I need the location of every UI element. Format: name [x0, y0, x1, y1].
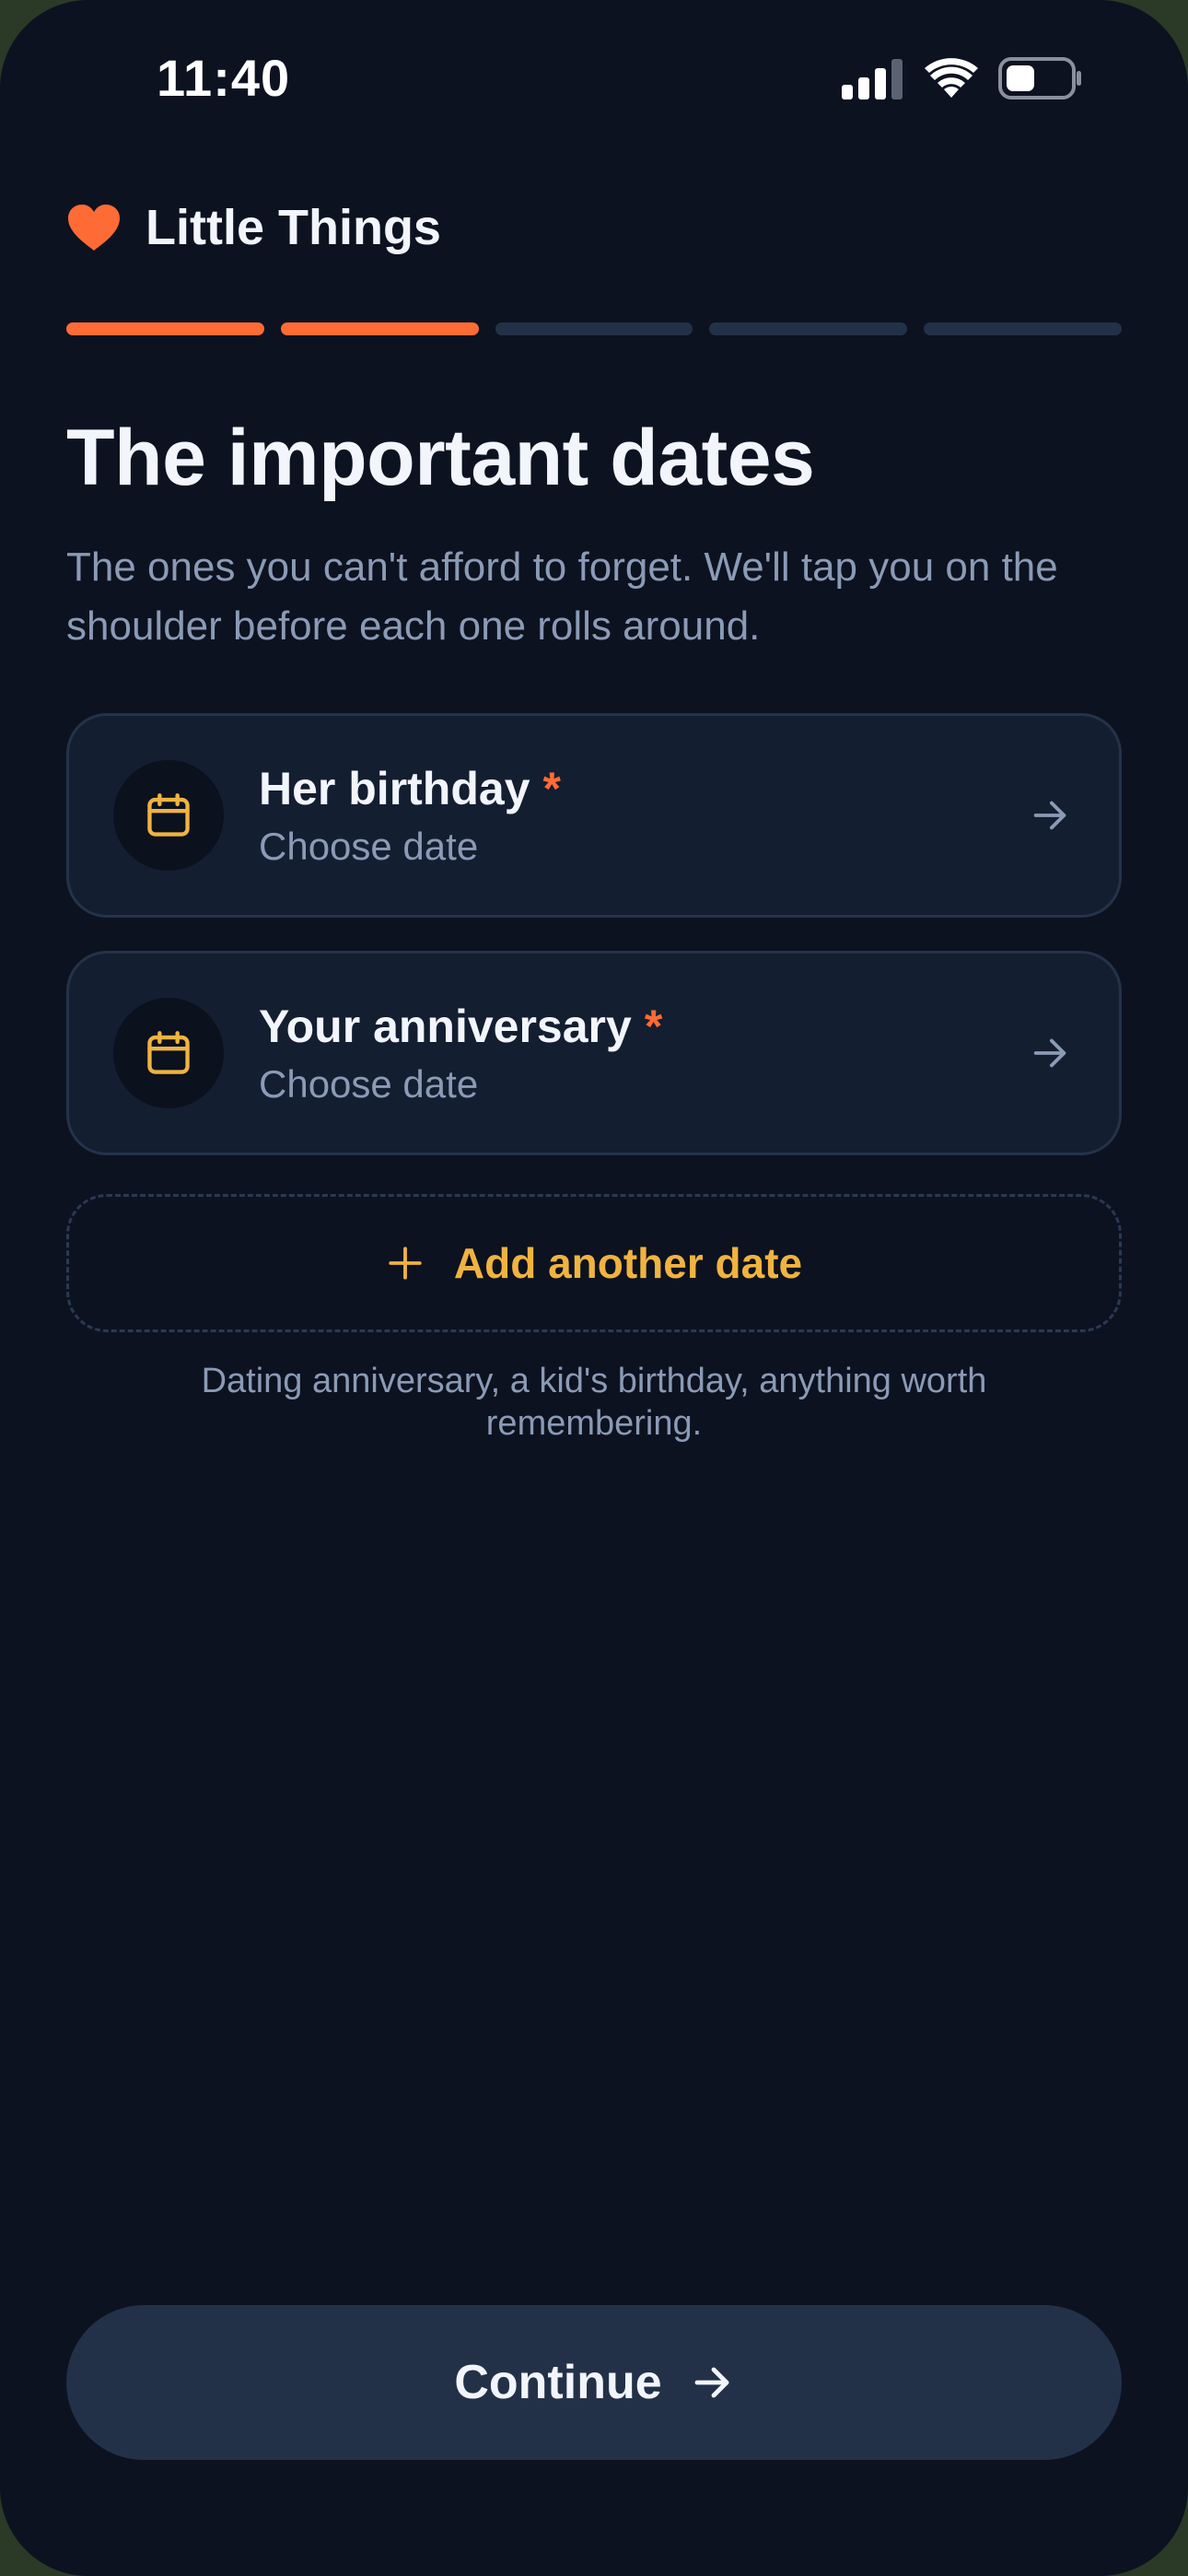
arrow-right-icon	[1033, 1038, 1066, 1068]
calendar-icon-badge	[113, 998, 224, 1108]
brand-name: Little Things	[146, 200, 441, 255]
progress-step	[66, 322, 264, 335]
add-date-helper-text: Dating anniversary, a kid's birthday, an…	[201, 1362, 987, 1443]
onboarding-progress	[66, 322, 1122, 335]
arrow-right-icon	[694, 2367, 729, 2398]
arrow-right-icon	[1033, 801, 1066, 830]
cellular-signal-icon	[842, 59, 903, 100]
battery-icon	[998, 57, 1081, 100]
brand-header: Little Things	[66, 195, 441, 260]
date-card-title-text: Your anniversary	[259, 1001, 632, 1052]
wifi-icon	[925, 58, 978, 98]
plus-icon	[389, 1247, 422, 1280]
page-title: The important dates	[66, 414, 815, 502]
date-card-title-text: Her birthday	[259, 763, 530, 814]
status-bar: 11:40	[0, 0, 1188, 157]
date-card-value: Choose date	[259, 825, 479, 868]
date-card-anniversary[interactable]: Your anniversary * Choose date	[66, 951, 1122, 1155]
continue-button[interactable]: Continue	[66, 2305, 1122, 2460]
add-date-label: Add another date	[453, 1239, 803, 1287]
date-card-title: Her birthday *	[259, 762, 561, 815]
heart-icon	[68, 205, 120, 251]
continue-label: Continue	[454, 2356, 662, 2409]
app-screen: 11:40 Little Things The important dates …	[0, 0, 1188, 2576]
calendar-icon-badge	[113, 760, 224, 871]
progress-step	[280, 322, 479, 335]
progress-step	[924, 322, 1122, 335]
progress-step	[495, 322, 693, 335]
date-card-value: Choose date	[259, 1062, 479, 1106]
calendar-icon	[147, 1031, 190, 1074]
required-mark: *	[542, 763, 561, 814]
page-subtitle: The ones you can't afford to forget. We'…	[66, 544, 1058, 649]
progress-step	[709, 322, 908, 335]
add-another-date-button[interactable]: Add another date	[66, 1194, 1122, 1332]
required-mark: *	[644, 1001, 663, 1052]
date-card-birthday[interactable]: Her birthday * Choose date	[66, 713, 1122, 918]
date-card-title: Your anniversary *	[259, 1000, 662, 1053]
calendar-icon	[147, 793, 190, 837]
status-time: 11:40	[157, 49, 291, 107]
